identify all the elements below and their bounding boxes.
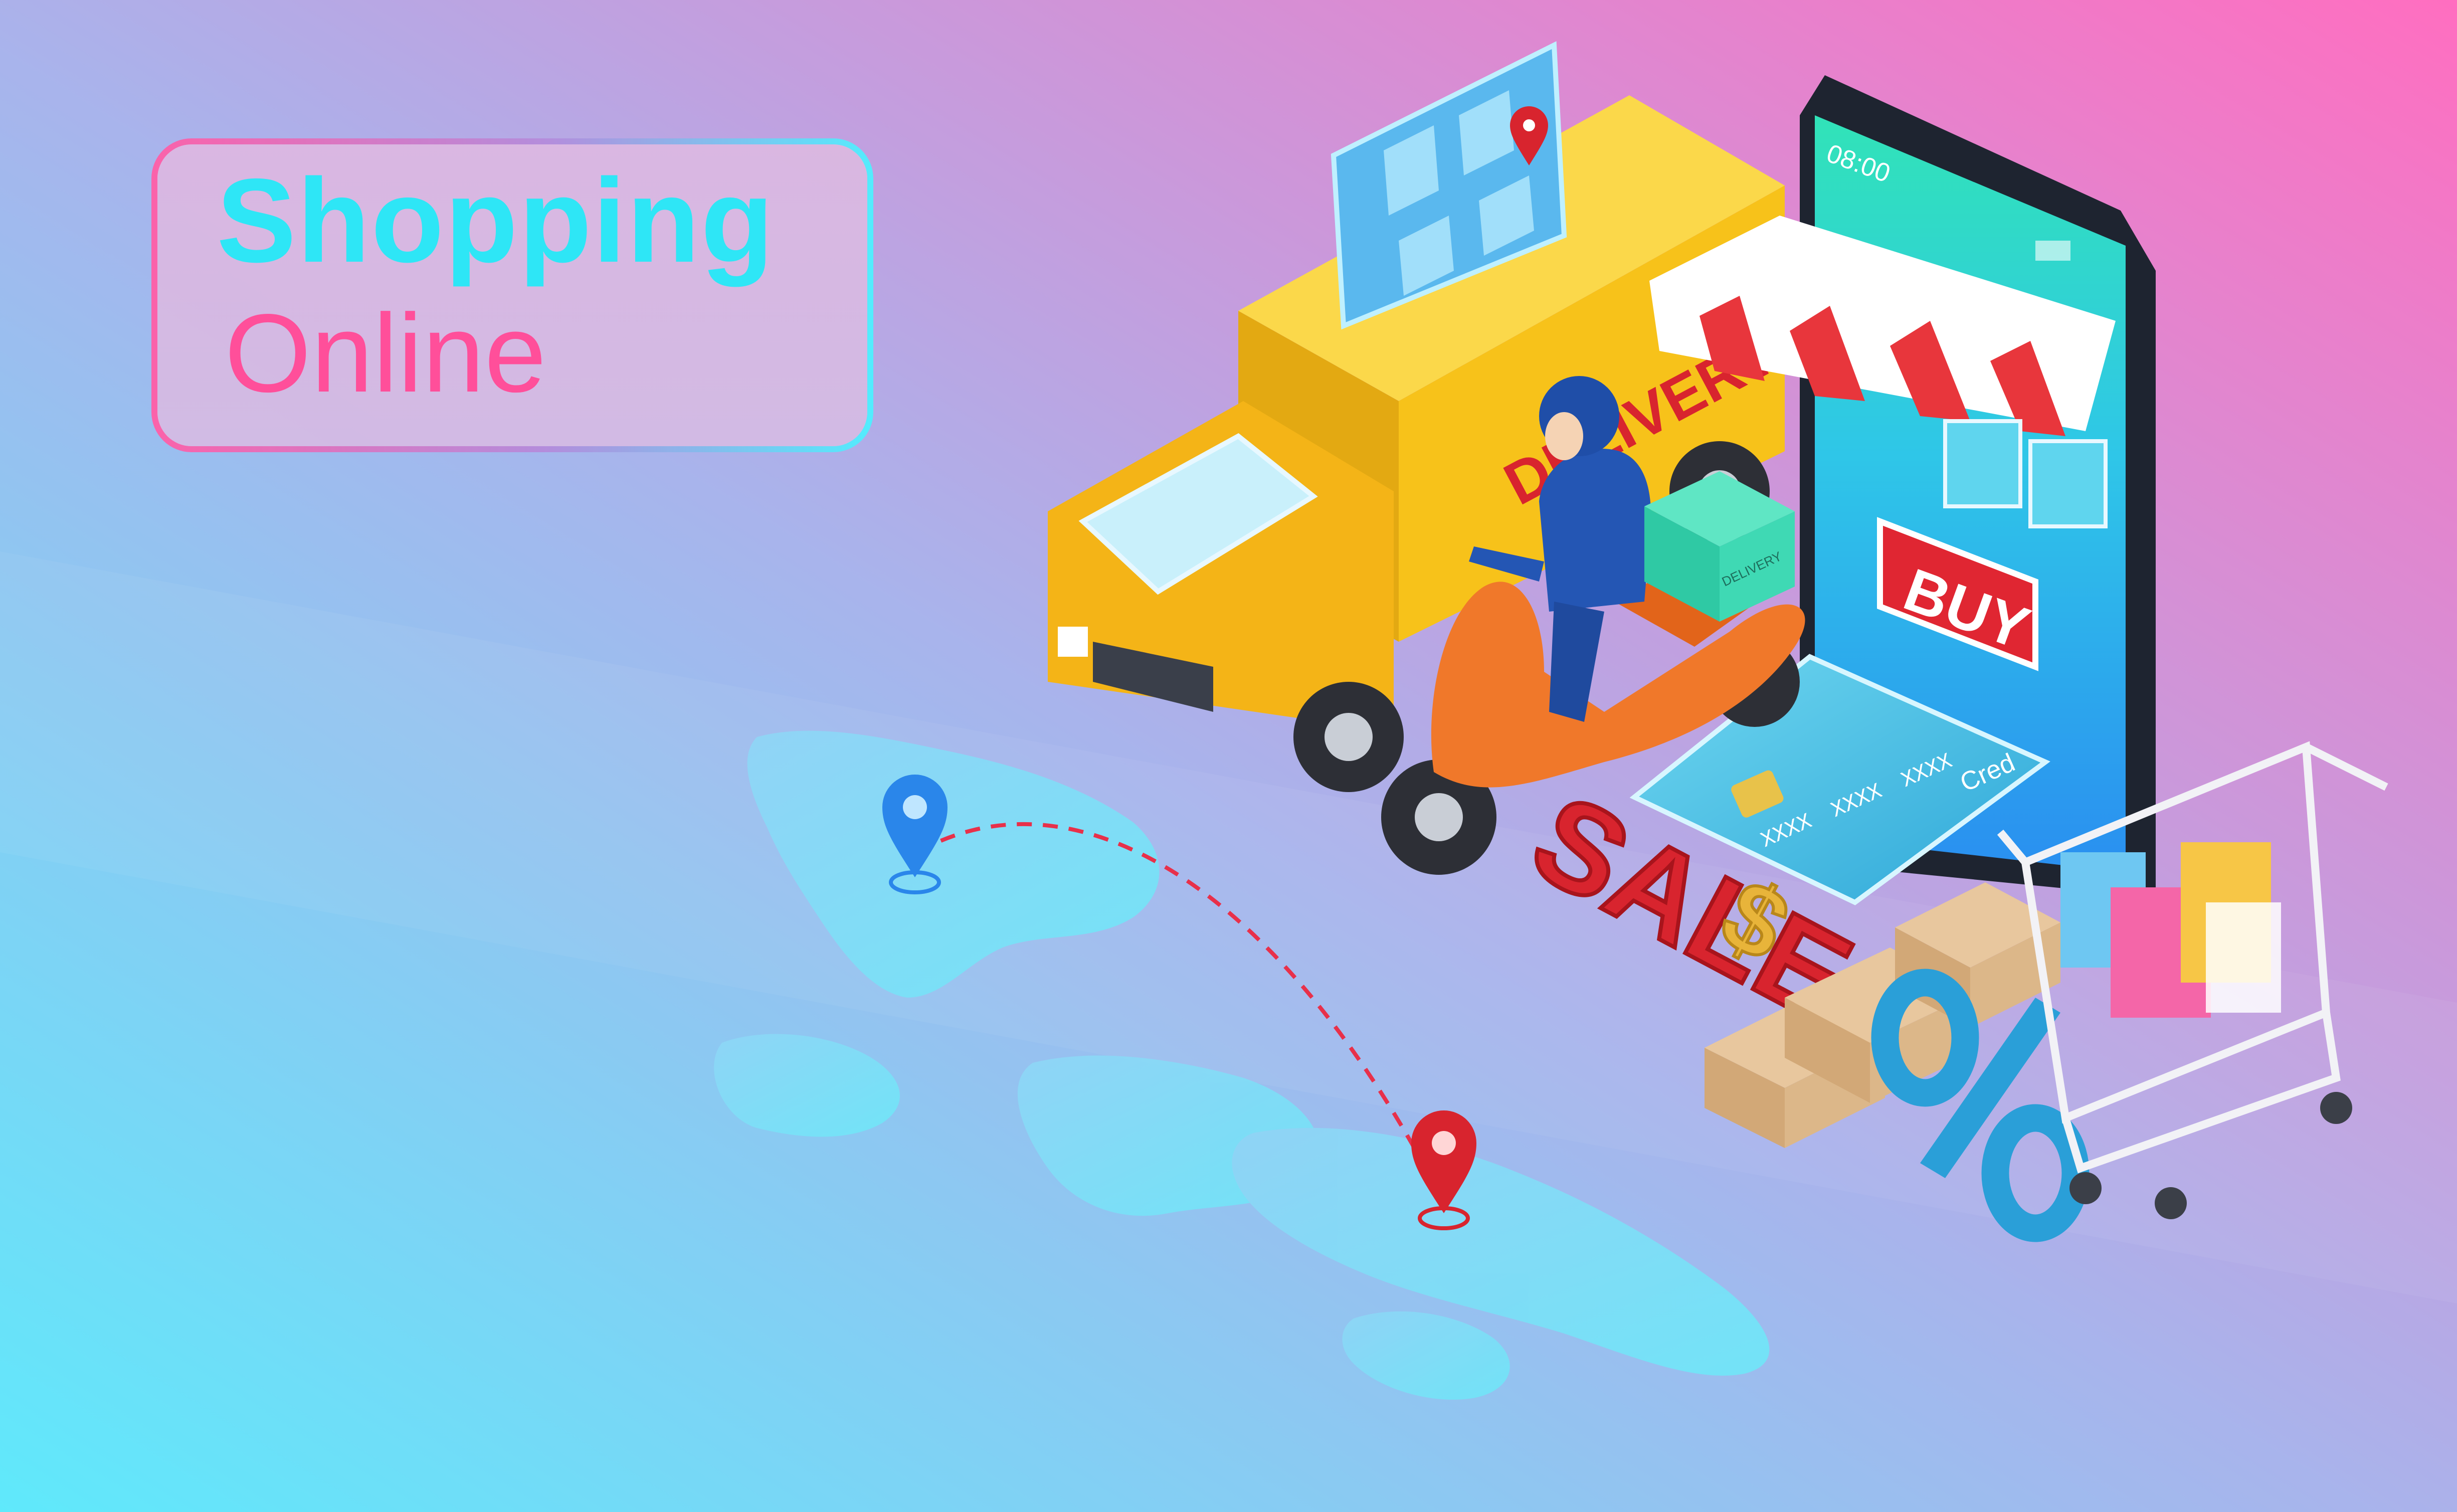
product-thumbnail	[1943, 419, 2022, 508]
truck-headlight	[1058, 627, 1088, 657]
product-thumbnail	[2028, 439, 2108, 528]
title-shopping: Shopping	[217, 154, 775, 287]
shopping-bag	[2206, 902, 2281, 1013]
signal-bars	[2035, 241, 2070, 261]
title-online: Online	[225, 291, 546, 416]
truck-wheel	[1293, 682, 1404, 792]
rider-face	[1545, 412, 1583, 460]
